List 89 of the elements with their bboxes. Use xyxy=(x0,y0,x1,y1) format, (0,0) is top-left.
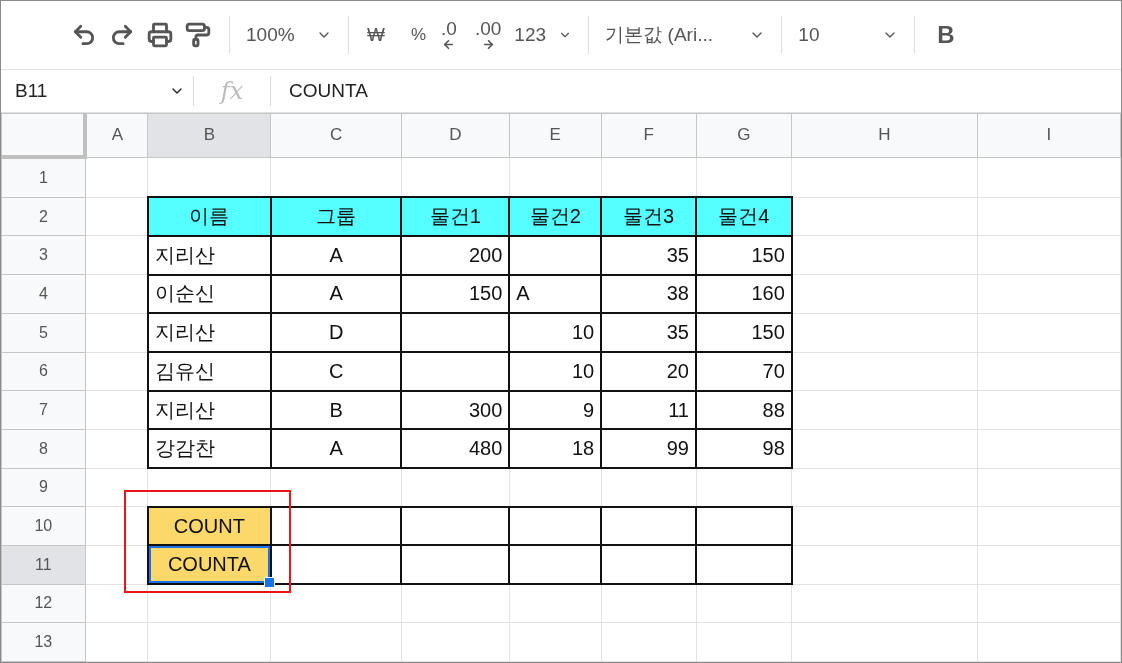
table-cell[interactable] xyxy=(696,545,792,585)
table-cell[interactable]: 18 xyxy=(509,429,602,469)
table-cell[interactable] xyxy=(601,545,696,585)
table-cell[interactable]: 35 xyxy=(601,313,696,352)
table-cell[interactable]: 김유신 xyxy=(147,352,271,391)
table-cell[interactable]: 20 xyxy=(601,352,696,391)
table-cell[interactable]: 11 xyxy=(601,390,696,430)
table-cell[interactable]: 10 xyxy=(509,352,602,391)
name-box[interactable]: B11 xyxy=(1,79,193,102)
table-cell[interactable]: C xyxy=(270,352,402,391)
column-header[interactable]: D xyxy=(401,113,510,158)
table-cell[interactable]: 150 xyxy=(696,235,792,275)
table-cell[interactable]: 300 xyxy=(401,390,510,430)
currency-button[interactable]: ₩ xyxy=(361,17,391,54)
percent-button[interactable]: % xyxy=(404,17,433,54)
table-cell[interactable]: 지리산 xyxy=(147,235,271,275)
header-cell[interactable]: 이름 xyxy=(147,197,271,236)
table-cell[interactable]: A xyxy=(270,235,402,275)
table-cell[interactable]: 70 xyxy=(696,352,792,391)
table-cell[interactable]: COUNT xyxy=(147,506,271,546)
column-header[interactable]: C xyxy=(270,113,402,158)
table-cell[interactable]: 35 xyxy=(601,235,696,275)
row-header[interactable]: 6 xyxy=(1,352,86,391)
table-cell[interactable] xyxy=(401,352,510,391)
function-label: fx xyxy=(218,76,245,105)
row-header[interactable]: 3 xyxy=(1,235,86,275)
table-cell[interactable]: B xyxy=(270,390,402,430)
zoom-dropdown[interactable]: 100% xyxy=(242,24,336,47)
table-cell[interactable] xyxy=(509,545,602,585)
column-header[interactable]: F xyxy=(601,113,696,158)
table-cell[interactable]: 지리산 xyxy=(147,390,271,430)
row-header[interactable]: 5 xyxy=(1,313,86,352)
table-cell[interactable] xyxy=(270,506,402,546)
table-cell[interactable]: 9 xyxy=(509,390,602,430)
font-size-dropdown[interactable]: 10 xyxy=(794,24,903,47)
table-cell[interactable]: 200 xyxy=(401,235,510,275)
table-cell[interactable]: 이순신 xyxy=(147,274,271,314)
table-cell[interactable] xyxy=(401,313,510,352)
header-cell[interactable]: 물건1 xyxy=(401,197,510,236)
left-arrow-icon xyxy=(442,38,456,52)
font-dropdown[interactable]: 기본값 (Ari... xyxy=(601,22,770,49)
column-header[interactable]: I xyxy=(977,113,1121,158)
column-header[interactable]: G xyxy=(696,113,792,158)
table-cell[interactable]: 150 xyxy=(401,274,510,314)
table-cell[interactable]: 38 xyxy=(601,274,696,314)
row-header[interactable]: 11 xyxy=(1,545,86,585)
header-cell[interactable]: 물건4 xyxy=(696,197,792,236)
row-header[interactable]: 8 xyxy=(1,429,86,469)
table-cell[interactable] xyxy=(601,506,696,546)
column-header[interactable]: E xyxy=(509,113,602,158)
row-header[interactable]: 9 xyxy=(1,468,86,507)
formula-input[interactable]: COUNTA xyxy=(271,79,368,102)
row-header[interactable]: 4 xyxy=(1,274,86,314)
table-cell[interactable]: 98 xyxy=(696,429,792,469)
header-cell[interactable]: 그룹 xyxy=(270,197,402,236)
right-arrow-icon xyxy=(481,38,495,52)
row-header[interactable]: 12 xyxy=(1,584,86,623)
table-cell[interactable]: 지리산 xyxy=(147,313,271,352)
table-cell[interactable] xyxy=(509,506,602,546)
decrease-decimal-button[interactable]: .0 xyxy=(432,19,466,52)
row-header[interactable]: 10 xyxy=(1,506,86,546)
row-header[interactable]: 7 xyxy=(1,390,86,430)
table-cell[interactable] xyxy=(509,235,602,275)
table-cell[interactable] xyxy=(401,545,510,585)
table-cell[interactable]: 480 xyxy=(401,429,510,469)
increase-decimal-button[interactable]: .00 xyxy=(465,19,511,52)
number-format-dropdown[interactable]: 123 xyxy=(510,24,577,47)
header-cell[interactable]: 물건3 xyxy=(601,197,696,236)
fill-handle[interactable] xyxy=(263,577,275,589)
table-cell[interactable]: D xyxy=(270,313,402,352)
table-cell[interactable]: A xyxy=(270,429,402,469)
table-cell[interactable]: 10 xyxy=(509,313,602,352)
table-cell[interactable]: 150 xyxy=(696,313,792,352)
column-header[interactable]: B xyxy=(147,113,271,158)
table-cell[interactable]: 강감찬 xyxy=(147,429,271,469)
bold-button[interactable]: B xyxy=(927,21,965,50)
header-cell[interactable]: 물건2 xyxy=(509,197,602,236)
table-cell[interactable]: 99 xyxy=(601,429,696,469)
table-cell[interactable]: A xyxy=(509,274,602,314)
table-cell[interactable] xyxy=(401,506,510,546)
column-header[interactable]: A xyxy=(85,113,148,158)
table-cell[interactable] xyxy=(696,506,792,546)
row-header[interactable]: 2 xyxy=(1,197,86,236)
row-header[interactable]: 13 xyxy=(1,622,86,662)
table-cell[interactable]: A xyxy=(270,274,402,314)
table-cell[interactable]: 160 xyxy=(696,274,792,314)
row-header[interactable]: 1 xyxy=(1,157,86,198)
column-header[interactable]: H xyxy=(791,113,978,158)
table-cell[interactable]: 88 xyxy=(696,390,792,430)
